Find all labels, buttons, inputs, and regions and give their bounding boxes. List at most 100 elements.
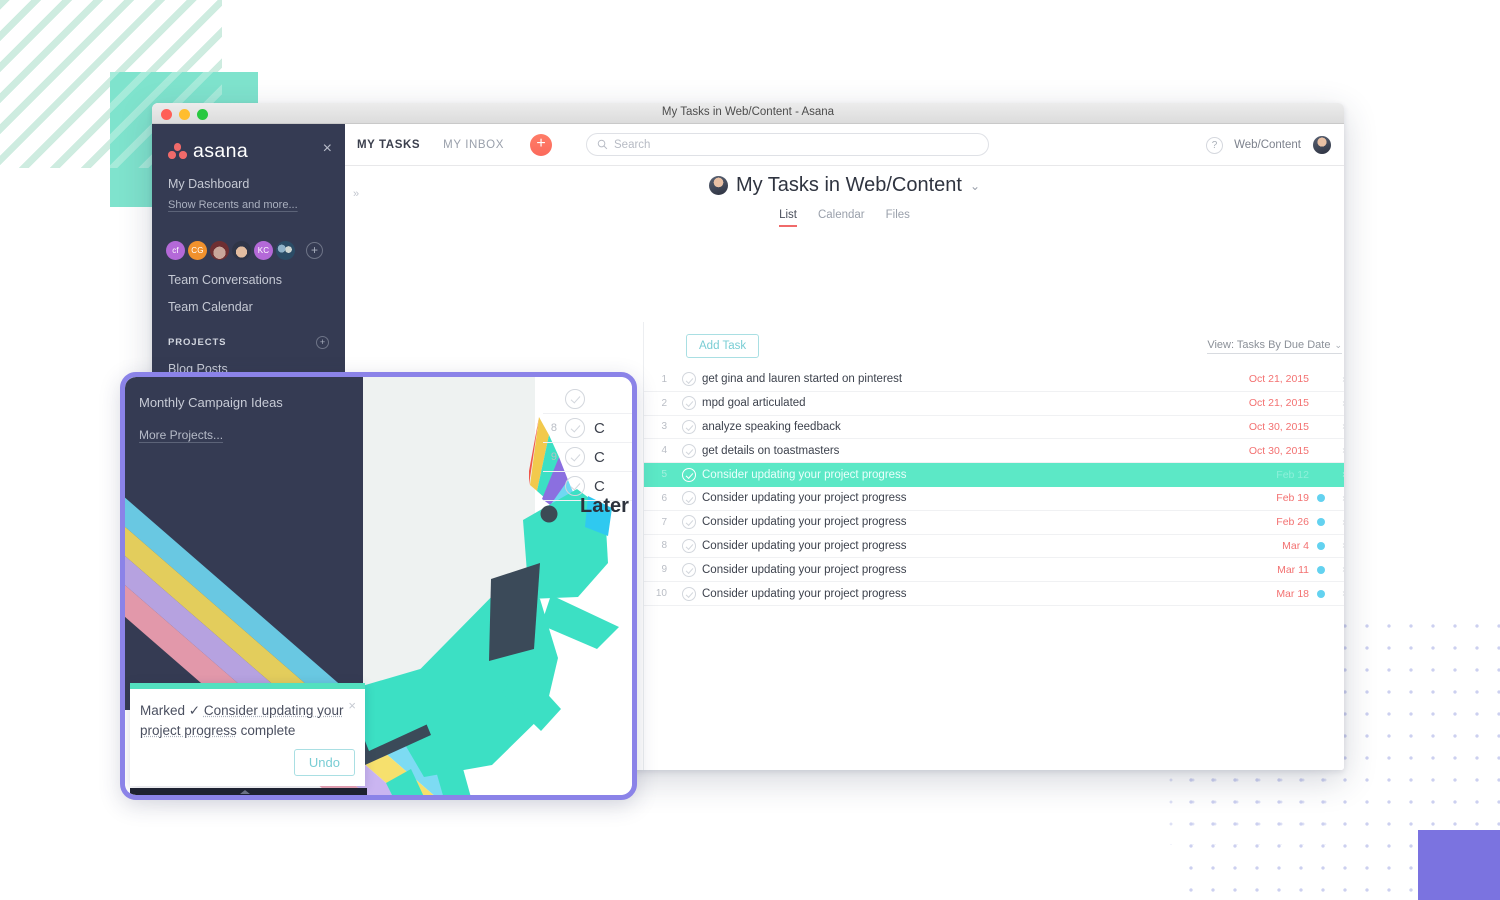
complete-checkbox-icon[interactable]	[565, 418, 585, 438]
table-row[interactable]: 4 get details on toastmasters Oct 30, 2015…	[644, 439, 1344, 464]
task-complete-checkbox[interactable]	[676, 538, 702, 553]
chevron-right-icon[interactable]: ›	[1336, 469, 1344, 480]
table-row[interactable]: 8 Consider updating your project progress…	[644, 535, 1344, 559]
task-complete-checkbox[interactable]	[676, 467, 702, 482]
task-name[interactable]: get details on toastmasters	[702, 445, 1249, 457]
complete-checkbox-icon[interactable]	[565, 476, 585, 496]
tab-files[interactable]: Files	[886, 209, 910, 227]
asana-logo-icon	[168, 143, 187, 159]
chevron-right-icon[interactable]: ›	[1336, 421, 1344, 432]
task-complete-checkbox[interactable]	[676, 515, 702, 530]
zoom-row-text: C	[594, 448, 605, 466]
check-circle-icon	[682, 491, 696, 506]
chevron-right-icon[interactable]: ›	[1336, 374, 1344, 385]
list-item[interactable]	[543, 385, 632, 414]
task-project-dot-icon	[1317, 541, 1325, 550]
add-task-button[interactable]: Add Task	[686, 334, 760, 358]
close-sidebar-icon[interactable]: ×	[323, 141, 332, 157]
sidebar-item-team-conversations[interactable]: Team Conversations	[152, 273, 345, 287]
complete-checkbox-icon[interactable]	[565, 389, 585, 409]
workspace-name[interactable]: Web/Content	[1234, 139, 1301, 151]
tab-my-tasks[interactable]: MY TASKS	[357, 139, 420, 151]
chevron-right-icon[interactable]: ›	[1336, 517, 1344, 528]
help-icon[interactable]: ?	[1206, 136, 1224, 154]
task-name[interactable]: mpd goal articulated	[702, 397, 1249, 409]
task-due-date[interactable]: Oct 21, 2015	[1249, 373, 1309, 385]
table-row[interactable]: 2 mpd goal articulatedOct 21, 2015 ›	[644, 392, 1344, 416]
check-circle-icon	[682, 372, 696, 387]
undo-button[interactable]: Undo	[293, 749, 355, 776]
task-complete-checkbox[interactable]	[676, 419, 702, 434]
chevron-right-icon[interactable]: ›	[1336, 445, 1344, 456]
sidebar-item-team-calendar[interactable]: Team Calendar	[152, 300, 345, 314]
table-row[interactable]: 1 get gina and lauren started on pinteres…	[644, 368, 1344, 392]
list-item[interactable]: 9 C	[543, 443, 632, 472]
chevron-right-icon[interactable]: ›	[1336, 588, 1344, 599]
task-complete-checkbox[interactable]	[676, 443, 702, 458]
table-row[interactable]: 7 Consider updating your project progress…	[644, 511, 1344, 535]
task-name[interactable]: Consider updating your project progress	[702, 540, 1282, 552]
sidebar-item-my-dashboard[interactable]: My Dashboard	[152, 177, 345, 191]
sidebar-show-recents[interactable]: Show Recents and more...	[152, 199, 345, 211]
task-due-date[interactable]: Feb 19	[1276, 492, 1309, 504]
table-row[interactable]: 10 Consider updating your project progres…	[644, 582, 1344, 606]
tab-calendar[interactable]: Calendar	[818, 209, 865, 227]
complete-checkbox-icon[interactable]	[565, 447, 585, 467]
task-name[interactable]: Consider updating your project progress	[702, 516, 1276, 528]
task-due-date[interactable]: Oct 21, 2015	[1249, 397, 1309, 409]
decor-purple-square	[1418, 830, 1500, 900]
task-due-date[interactable]: Feb 12	[1276, 469, 1309, 481]
avatar[interactable]: cf	[166, 241, 185, 260]
task-complete-checkbox[interactable]	[676, 372, 702, 387]
task-complete-checkbox[interactable]	[676, 586, 702, 601]
add-member-button[interactable]: +	[306, 242, 323, 259]
task-due-date[interactable]: Oct 30, 2015	[1249, 445, 1309, 457]
list-item[interactable]: 8 C	[543, 414, 632, 443]
undo-toast-footer: Undo	[130, 749, 365, 786]
task-name[interactable]: Consider updating your project progress	[702, 564, 1277, 576]
chevron-down-icon[interactable]: ⌄	[970, 179, 980, 193]
task-name[interactable]: analyze speaking feedback	[702, 421, 1249, 433]
tab-my-inbox[interactable]: MY INBOX	[443, 139, 504, 151]
task-due-date[interactable]: Mar 11	[1277, 564, 1309, 576]
table-row[interactable]: 5 Consider updating your project progress…	[644, 463, 1344, 487]
chevron-right-icon[interactable]: ›	[1336, 398, 1344, 409]
task-project-dot-icon	[1317, 589, 1325, 598]
search-input[interactable]	[614, 138, 978, 151]
task-complete-checkbox[interactable]	[676, 396, 702, 411]
close-icon[interactable]: ×	[348, 698, 356, 713]
task-due-date[interactable]: Feb 26	[1276, 516, 1309, 528]
table-row[interactable]: 3 analyze speaking feedbackOct 30, 2015 ›	[644, 416, 1344, 440]
quick-add-button[interactable]: +	[530, 133, 552, 156]
task-complete-checkbox[interactable]	[676, 562, 702, 577]
task-name[interactable]: Consider updating your project progress	[702, 588, 1276, 600]
task-name[interactable]: Consider updating your project progress	[702, 492, 1276, 504]
avatar[interactable]: KC	[254, 241, 273, 260]
task-due-date[interactable]: Mar 4	[1282, 540, 1309, 552]
chevron-right-icon[interactable]: ›	[1336, 564, 1344, 575]
avatar[interactable]: CG	[188, 241, 207, 260]
add-project-button[interactable]: +	[316, 336, 329, 349]
window-title: My Tasks in Web/Content - Asana	[661, 106, 835, 118]
user-avatar[interactable]	[1312, 135, 1332, 155]
avatar[interactable]	[276, 241, 295, 260]
task-row-number: 9	[661, 564, 667, 576]
table-row[interactable]: 6 Consider updating your project progress…	[644, 487, 1344, 511]
task-complete-checkbox[interactable]	[676, 491, 702, 506]
avatar[interactable]	[210, 241, 229, 260]
chevron-right-icon[interactable]: ›	[1336, 493, 1344, 504]
check-circle-icon	[682, 562, 696, 577]
task-name[interactable]: Consider updating your project progress	[702, 469, 1276, 481]
chevron-right-icon[interactable]: ›	[1336, 540, 1344, 551]
search-box[interactable]	[586, 133, 989, 156]
tab-list[interactable]: List	[779, 209, 797, 227]
task-project-dot-icon	[1317, 565, 1325, 574]
asana-logo[interactable]: asana ×	[152, 138, 345, 164]
task-project-dot-icon	[1317, 494, 1325, 503]
avatar[interactable]	[232, 241, 251, 260]
task-due-date[interactable]: Mar 18	[1276, 588, 1309, 600]
view-selector[interactable]: View: Tasks By Due Date ⌄	[1207, 339, 1342, 354]
table-row[interactable]: 9 Consider updating your project progress…	[644, 558, 1344, 583]
task-name[interactable]: get gina and lauren started on pinterest	[702, 373, 1249, 385]
task-due-date[interactable]: Oct 30, 2015	[1249, 421, 1309, 433]
